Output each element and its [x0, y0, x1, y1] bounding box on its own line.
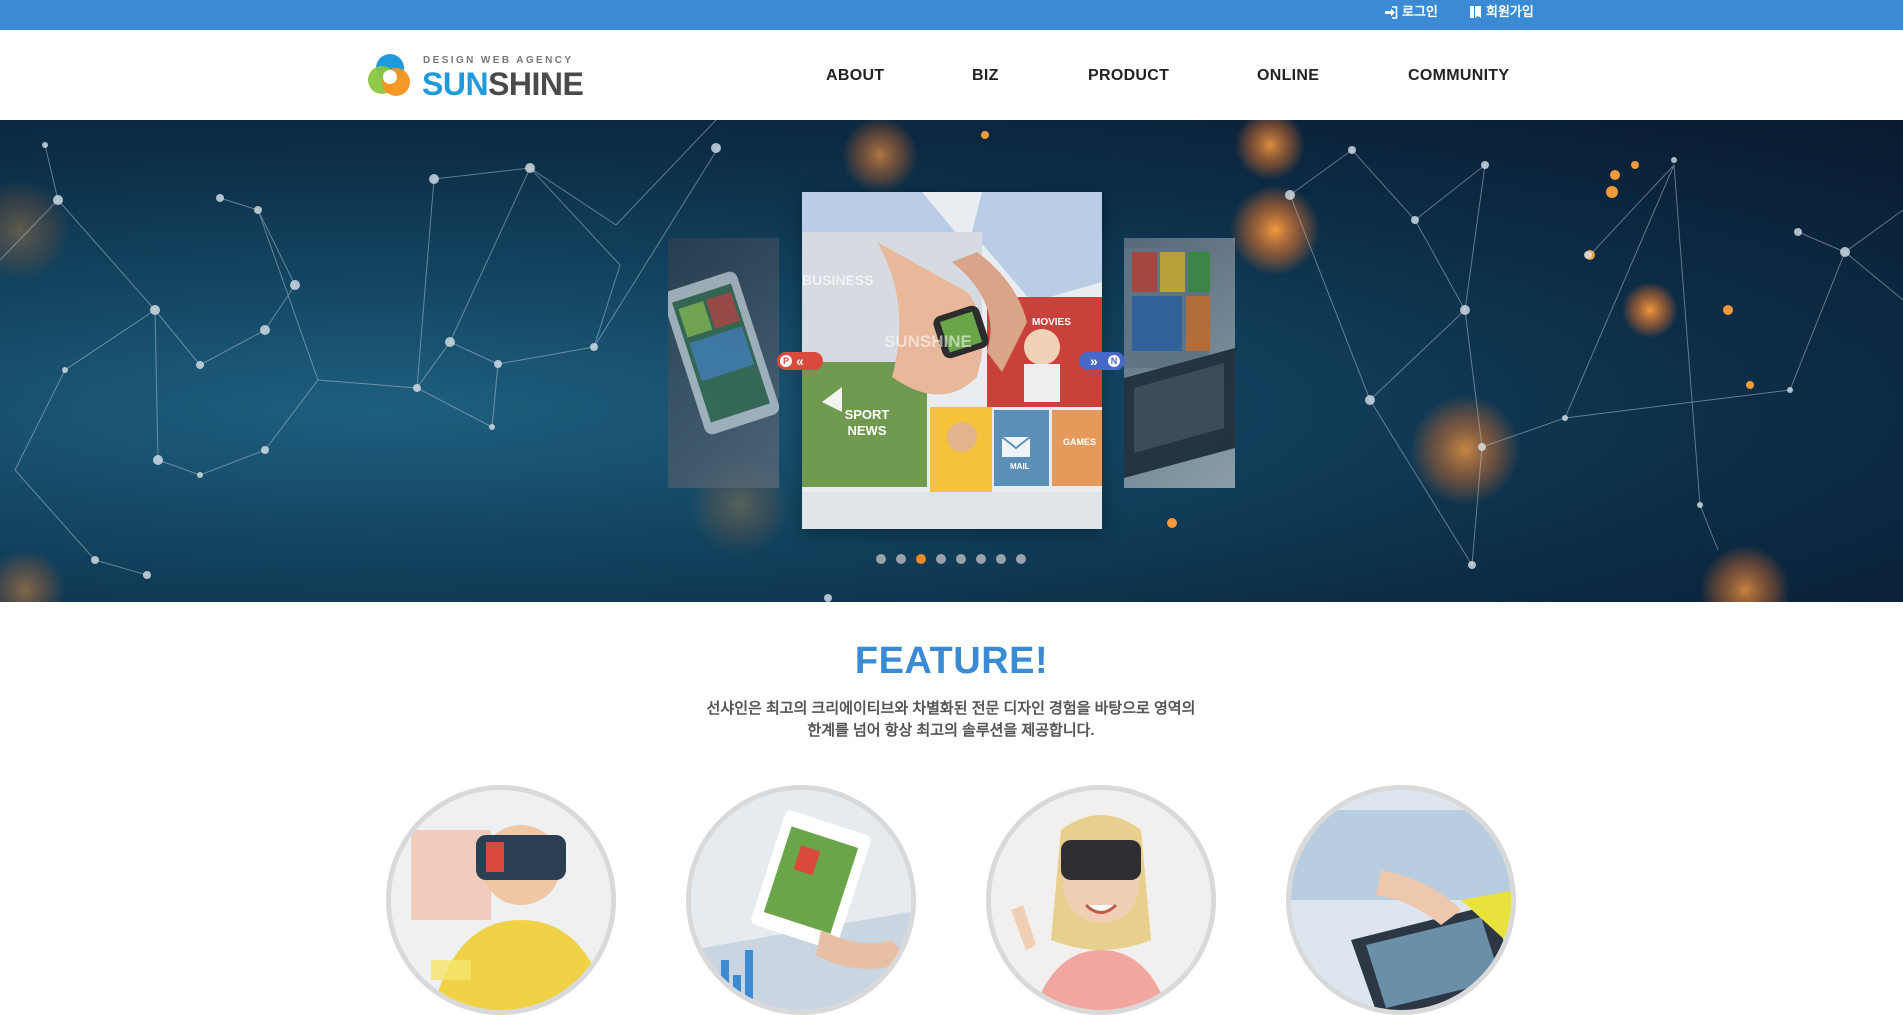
chevron-double-right-icon: » — [1090, 353, 1098, 369]
slide-label-sunshine: SUNSHINE — [884, 332, 972, 351]
nav-online[interactable]: ONLINE — [1257, 67, 1319, 85]
prev-letter: P — [780, 355, 792, 367]
top-utility-bar: 로그인 회원가입 — [0, 0, 1903, 30]
feature-description: 선샤인은 최고의 크리에이티브와 차별화된 전문 디자인 경험을 바탕으로 영역… — [651, 698, 1251, 742]
slide-prev-preview[interactable] — [668, 238, 779, 488]
laptop-image — [1124, 248, 1235, 478]
site-header: DESIGN WEB AGENCY SUNSHINE ABOUT BIZ PRO… — [0, 30, 1903, 120]
slide-next-preview[interactable] — [1124, 238, 1235, 488]
tablet-table-image — [1291, 790, 1511, 1010]
slider-dot[interactable] — [916, 554, 926, 564]
slider-pagination — [876, 554, 1026, 564]
slider-dot[interactable] — [996, 554, 1006, 564]
vr-woman-image — [991, 790, 1211, 1010]
feature-title: FEATURE! — [854, 640, 1049, 682]
slide-label-movies: MOVIES — [1032, 317, 1071, 328]
feature-item-2[interactable] — [686, 785, 916, 1015]
slide-label-games: GAMES — [1063, 437, 1097, 447]
nav-product[interactable]: PRODUCT — [1088, 67, 1169, 85]
slider-dot[interactable] — [956, 554, 966, 564]
logo-word-sun: SUN — [422, 66, 489, 102]
slider-dot[interactable] — [976, 554, 986, 564]
nav-community[interactable]: COMMUNITY — [1408, 67, 1509, 85]
site-logo[interactable]: DESIGN WEB AGENCY SUNSHINE — [366, 52, 584, 104]
nav-biz[interactable]: BIZ — [972, 67, 999, 85]
logo-wordmark: SUNSHINE — [422, 66, 584, 103]
slide-main[interactable]: BUSINESS SUNSHINE MOVIES SPORT NEWS MAIL… — [802, 192, 1102, 529]
tablet-hand-image — [668, 271, 779, 435]
slider-dot[interactable] — [896, 554, 906, 564]
nav-about[interactable]: ABOUT — [826, 67, 884, 85]
sign-in-icon — [1384, 5, 1398, 19]
login-link[interactable]: 로그인 — [1384, 0, 1438, 24]
slide-label-sport-news: SPORT NEWS — [844, 407, 890, 438]
login-label: 로그인 — [1402, 4, 1438, 19]
prev-slide-button[interactable]: P « — [777, 352, 823, 370]
vr-man-image — [391, 790, 611, 1010]
feature-desc-line2: 한계를 넘어 항상 최고의 솔루션을 제공합니다. — [807, 722, 1095, 739]
smartwatch-slide-image — [802, 192, 1102, 529]
signup-label: 회원가입 — [1486, 4, 1534, 19]
tablet-hands-image — [691, 790, 911, 1010]
slide-label-mail: MAIL — [1010, 462, 1030, 471]
next-slide-button[interactable]: » N — [1079, 352, 1125, 370]
slider-dot[interactable] — [876, 554, 886, 564]
slider-dot[interactable] — [1016, 554, 1026, 564]
feature-item-1[interactable] — [386, 785, 616, 1015]
slider-dot[interactable] — [936, 554, 946, 564]
feature-desc-line1: 선샤인은 최고의 크리에이티브와 차별화된 전문 디자인 경험을 바탕으로 영역… — [706, 700, 1196, 717]
chevron-double-left-icon: « — [796, 353, 804, 369]
user-book-icon — [1469, 5, 1482, 19]
signup-link[interactable]: 회원가입 — [1469, 0, 1534, 24]
slide-label-business: BUSINESS — [802, 272, 874, 288]
feature-item-3[interactable] — [986, 785, 1216, 1015]
logo-mark-icon — [368, 54, 410, 96]
next-letter: N — [1108, 355, 1120, 367]
hero-slider: BUSINESS SUNSHINE MOVIES SPORT NEWS MAIL… — [0, 120, 1903, 602]
logo-word-shine: SHINE — [488, 66, 584, 102]
feature-item-4[interactable] — [1286, 785, 1516, 1015]
logo-tagline: DESIGN WEB AGENCY — [423, 55, 574, 66]
